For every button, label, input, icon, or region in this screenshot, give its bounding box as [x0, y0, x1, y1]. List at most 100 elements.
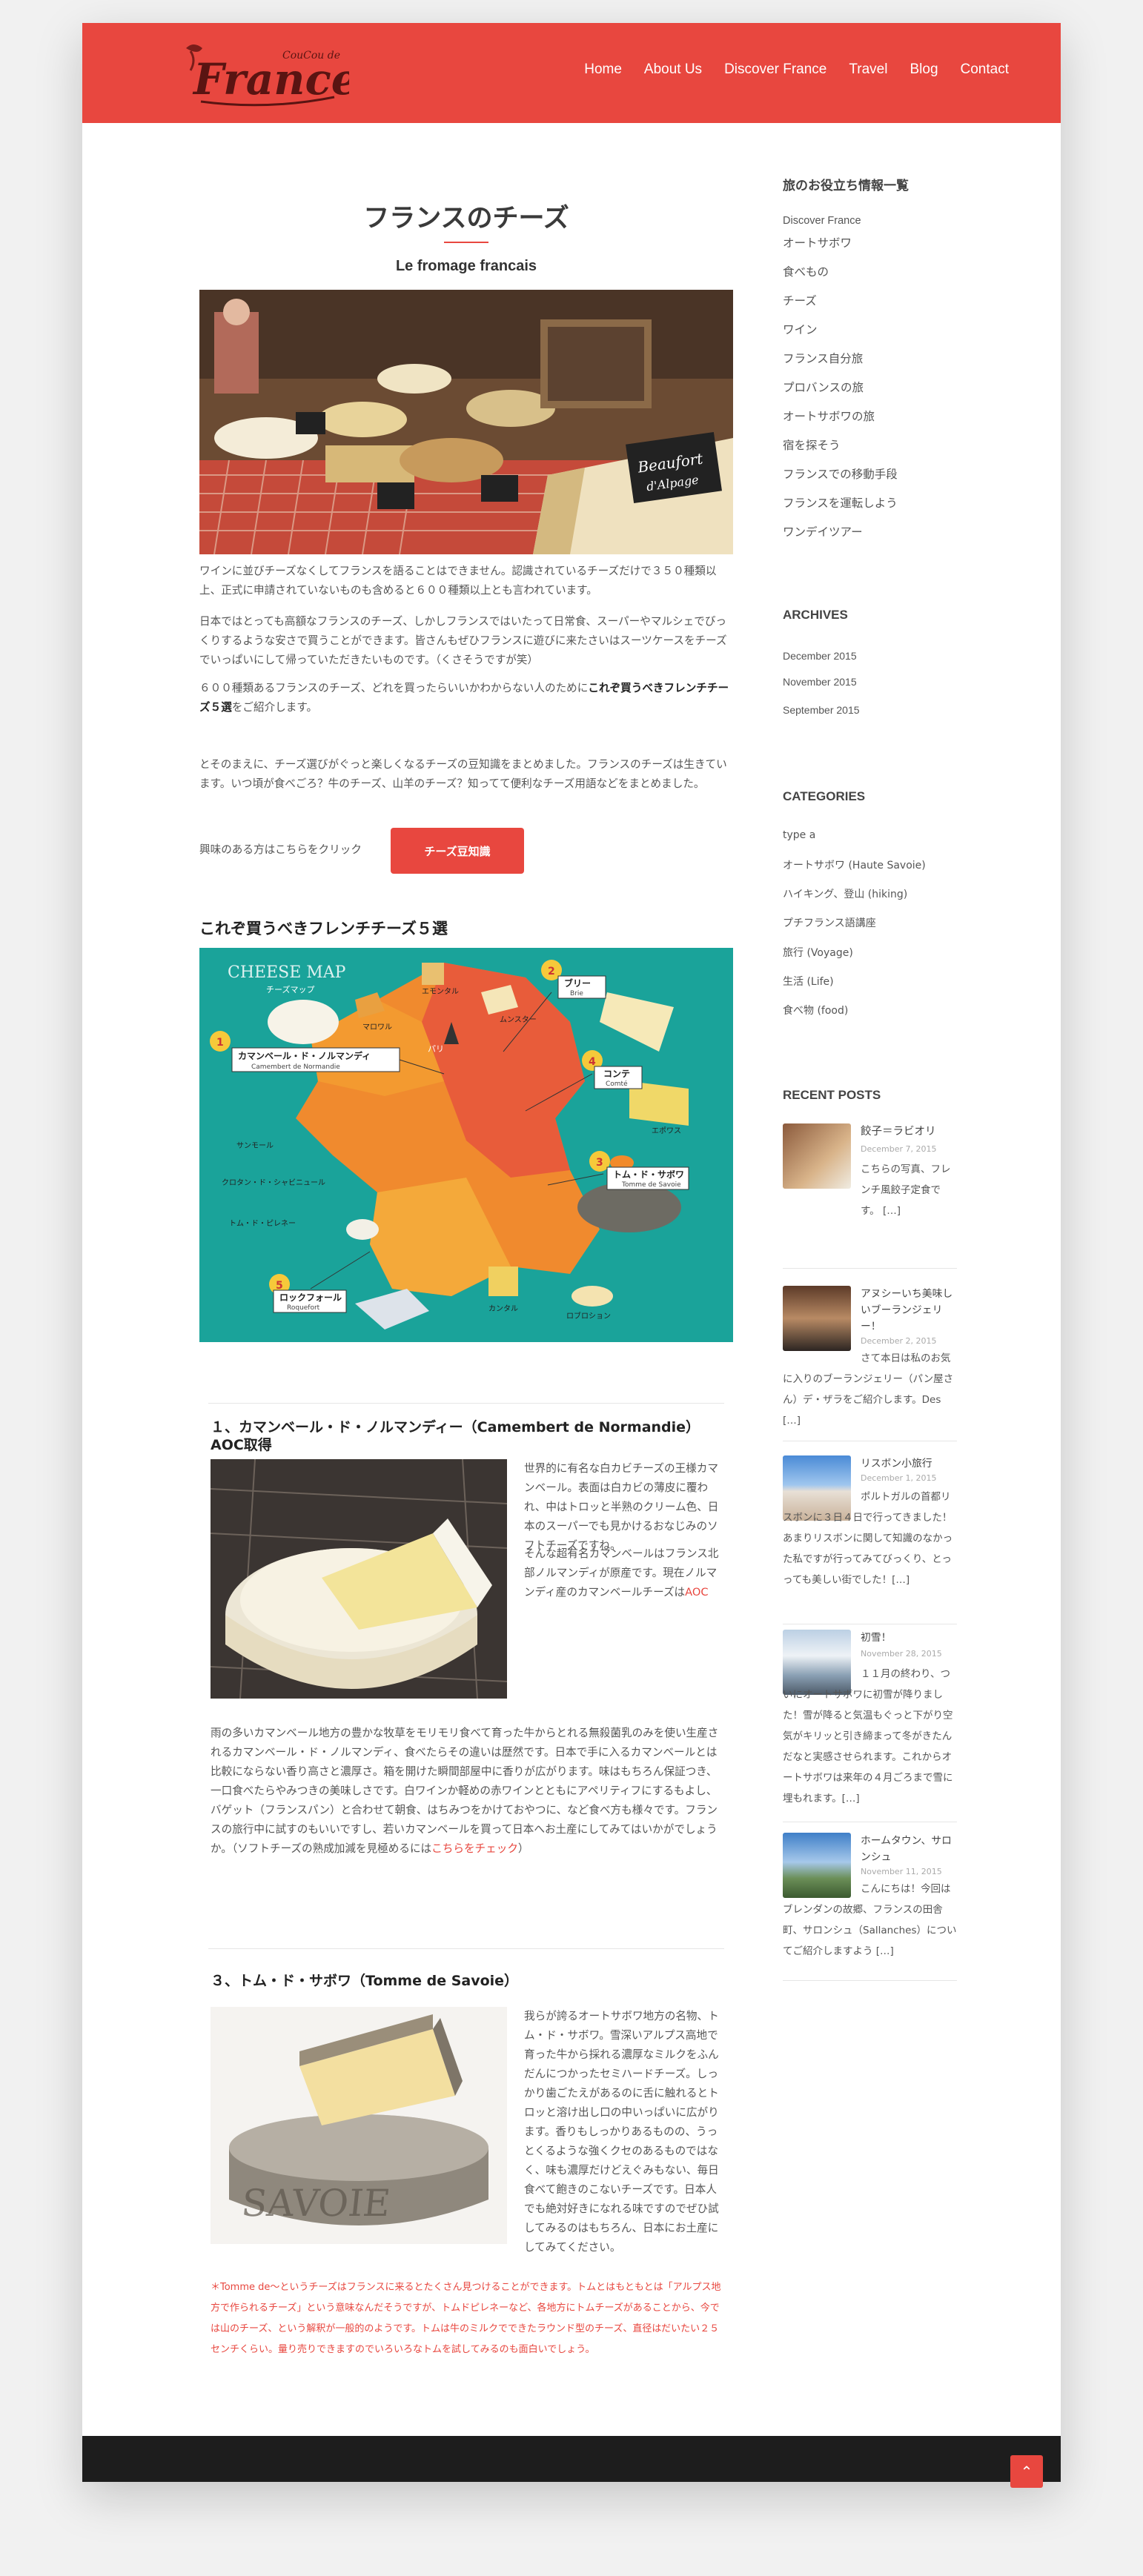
- post-date: December 1, 2015: [861, 1473, 937, 1483]
- sidebar-link-lodging[interactable]: 宿を探そう: [783, 436, 841, 453]
- sidebar-link-driving[interactable]: フランスを運転しよう: [783, 494, 898, 511]
- archive-link[interactable]: December 2015: [783, 650, 857, 662]
- nav-about-us[interactable]: About Us: [644, 62, 702, 78]
- svg-text:ブリー: ブリー: [564, 977, 591, 989]
- sidebar-link-self-travel[interactable]: フランス自分旅: [783, 350, 863, 366]
- category-link[interactable]: オートサボワ (Haute Savoie): [783, 857, 926, 872]
- category-link[interactable]: ハイキング、登山 (hiking): [783, 886, 907, 901]
- nav-blog[interactable]: Blog: [910, 62, 938, 78]
- archive-link[interactable]: September 2015: [783, 704, 860, 716]
- recent-post[interactable]: 初雪！ November 28, 2015 １１月の終わり、ついにオートサボワに…: [783, 1630, 957, 1822]
- nav-discover-france[interactable]: Discover France: [724, 62, 826, 78]
- post-title[interactable]: 餃子＝ラビオリ: [861, 1123, 958, 1140]
- post-excerpt: １１月の終わり、ついにオートサボワに初雪が降りました！雪が降ると気温もぐっと下が…: [783, 1668, 953, 1805]
- divider: [208, 1403, 724, 1404]
- svg-text:3: 3: [596, 1157, 603, 1169]
- svg-text:パリ: パリ: [428, 1044, 444, 1054]
- nav-travel[interactable]: Travel: [849, 62, 887, 78]
- svg-text:Brie: Brie: [570, 990, 583, 997]
- post-excerpt: ポルトガルの首都リスボンに３日４日で行ってきました！あまりリスボンに関して知識の…: [783, 1491, 953, 1586]
- intro-paragraph-2: 日本ではとっても高額なフランスのチーズ、しかしフランスではいたって日常食、スーパ…: [199, 615, 727, 666]
- category-link[interactable]: type a: [783, 829, 815, 841]
- post-date: November 11, 2015: [861, 1867, 942, 1876]
- nav-home[interactable]: Home: [584, 62, 622, 78]
- sidebar-link-haute-savoie[interactable]: オートサボワ: [783, 234, 852, 250]
- recent-posts-heading: RECENT POSTS: [783, 1088, 881, 1102]
- intro-paragraph-1: ワインに並びチーズなくしてフランスを語ることはできません。認識されているチーズだ…: [199, 565, 717, 597]
- svg-text:1: 1: [216, 1037, 224, 1049]
- post-date: December 2, 2015: [861, 1336, 937, 1346]
- svg-text:ムンスター: ムンスター: [500, 1015, 537, 1024]
- cta-text: 興味のある方はこちらをクリック: [199, 843, 362, 856]
- tomme-heading: ３、トム・ド・サボワ（Tomme de Savoie）: [211, 1973, 519, 1989]
- tomme-paragraph-part1: 我らが誇るオートサボワ地方の名物、トム・ド・サボワ。雪深いアルプス高地で育った牛…: [524, 2010, 719, 2254]
- svg-text:Comté: Comté: [606, 1080, 628, 1088]
- svg-text:Camembert de Normandie: Camembert de Normandie: [251, 1063, 340, 1071]
- svg-text:トム・ド・ピレネー: トム・ド・ピレネー: [229, 1219, 296, 1228]
- svg-text:CHEESE MAP: CHEESE MAP: [228, 963, 346, 982]
- svg-text:エポワス: エポワス: [652, 1126, 681, 1135]
- post-thumbnail[interactable]: [783, 1286, 851, 1351]
- svg-text:クロタン・ド・シャビニュール: クロタン・ド・シャビニュール: [222, 1178, 325, 1187]
- intro-paragraph-3: ６００種類あるフランスのチーズ、どれを買ったらいいかわからない人のためにこれぞ買…: [199, 682, 729, 714]
- svg-text:カンタル: カンタル: [488, 1304, 518, 1313]
- cheese-tips-button[interactable]: チーズ豆知識: [391, 828, 524, 874]
- recent-post[interactable]: リスボン小旅行 December 1, 2015 ポルトガルの首都リスボンに３日…: [783, 1455, 957, 1624]
- sidebar-link-savoie-trip[interactable]: オートサボワの旅: [783, 408, 875, 424]
- post-title[interactable]: アヌシーいち美味しいブーランジェリー！: [861, 1286, 958, 1335]
- sidebar-link-day-tour[interactable]: ワンデイツアー: [783, 523, 863, 540]
- sidebar-link-wine[interactable]: ワイン: [783, 321, 818, 337]
- category-link[interactable]: 食べ物 (food): [783, 1003, 848, 1018]
- recent-post[interactable]: アヌシーいち美味しいブーランジェリー！ December 2, 2015 さて本…: [783, 1286, 957, 1441]
- post-date: December 7, 2015: [861, 1144, 937, 1154]
- category-link[interactable]: 旅行 (Voyage): [783, 945, 853, 960]
- camembert-heading: １、カマンベール・ド・ノルマンディー（Camembert de Normandi…: [211, 1419, 700, 1453]
- post-title[interactable]: ホームタウン、サロンシュ: [861, 1833, 958, 1865]
- archive-link[interactable]: November 2015: [783, 676, 857, 688]
- svg-text:Tomme de Savoie: Tomme de Savoie: [621, 1181, 681, 1189]
- page-subtitle: Le fromage francais: [395, 258, 537, 274]
- post-thumbnail[interactable]: [783, 1123, 851, 1189]
- post-excerpt: こちらの写真、フレンチ風餃子定食です。 […]: [861, 1163, 951, 1217]
- sidebar-link-food[interactable]: 食べもの: [783, 263, 829, 279]
- post-excerpt: こんにちは！今回はブレンダンの故郷、フランスの田舎町、サロンシュ（Sallanc…: [783, 1883, 957, 1957]
- post-title[interactable]: 初雪！: [861, 1630, 958, 1646]
- sidebar-link-transport[interactable]: フランスでの移動手段: [783, 465, 898, 482]
- svg-text:France: France: [192, 54, 349, 104]
- svg-text:コンテ: コンテ: [603, 1069, 630, 1079]
- category-link[interactable]: プチフランス語講座: [783, 915, 876, 930]
- five-cheeses-heading: これぞ買うべきフレンチチーズ５選: [199, 920, 448, 937]
- site-logo[interactable]: CouCou de France: [179, 38, 359, 112]
- back-to-top-button[interactable]: ⌃: [1010, 2455, 1043, 2488]
- category-link[interactable]: 生活 (Life): [783, 974, 834, 989]
- svg-text:ロブロション: ロブロション: [566, 1311, 611, 1321]
- tomme-de-savoie-photo: SAVOIE: [211, 2007, 507, 2244]
- post-excerpt: さて本日は私のお気に入りのブーランジェリー（パン屋さん）デ・ザラをご紹介します。…: [783, 1352, 954, 1427]
- svg-text:SAVOIE: SAVOIE: [239, 2181, 392, 2225]
- sidebar-link-discover-france[interactable]: Discover France: [783, 215, 861, 227]
- cheese-ripeness-link[interactable]: こちらをチェック: [431, 1842, 518, 1855]
- cheese-market-photo: Beaufort d'Alpage: [199, 290, 733, 554]
- divider: [208, 1948, 724, 1949]
- sidebar-link-provence[interactable]: プロバンスの旅: [783, 379, 864, 395]
- camembert-paragraph-3: 雨の多いカマンベール地方の豊かな牧草をモリモリ食べて育った牛からとれる無殺菌乳の…: [211, 1727, 719, 1855]
- post-title[interactable]: リスボン小旅行: [861, 1455, 958, 1472]
- svg-text:カマンベール・ド・ノルマンディ: カマンベール・ド・ノルマンディ: [238, 1050, 371, 1061]
- cheese-map: CHEESE MAP チーズマップ パリ 1 カマンベール・ド・ノルマンディ C…: [199, 948, 733, 1342]
- travel-info-heading: 旅のお役立ち情報一覧: [783, 179, 909, 193]
- archives-heading: ARCHIVES: [783, 608, 848, 622]
- title-underline: [444, 242, 488, 243]
- svg-text:2: 2: [548, 966, 555, 977]
- camembert-paragraph-2-part1: そんな超有名カマンベールはフランス北部ノルマンディが原産です。現在ノルマンディ産…: [524, 1547, 719, 1599]
- svg-text:ロックフォール: ロックフォール: [279, 1292, 342, 1303]
- recent-post[interactable]: ホームタウン、サロンシュ November 11, 2015 こんにちは！今回は…: [783, 1833, 957, 1981]
- nav-contact[interactable]: Contact: [961, 62, 1009, 78]
- tomme-note: ＊Tomme de～というチーズはフランスに来るとたくさん見つけることができます…: [211, 2282, 721, 2355]
- svg-text:Roquefort: Roquefort: [287, 1304, 320, 1312]
- recent-post[interactable]: 餃子＝ラビオリ December 7, 2015 こちらの写真、フレンチ風餃子定…: [783, 1123, 957, 1269]
- site-header: CouCou de France Home About Us Discover …: [82, 23, 1061, 123]
- post-date: November 28, 2015: [861, 1649, 942, 1659]
- svg-text:マロワル: マロワル: [362, 1023, 392, 1032]
- sidebar-link-cheese[interactable]: チーズ: [783, 292, 817, 308]
- site-footer: [82, 2436, 1061, 2482]
